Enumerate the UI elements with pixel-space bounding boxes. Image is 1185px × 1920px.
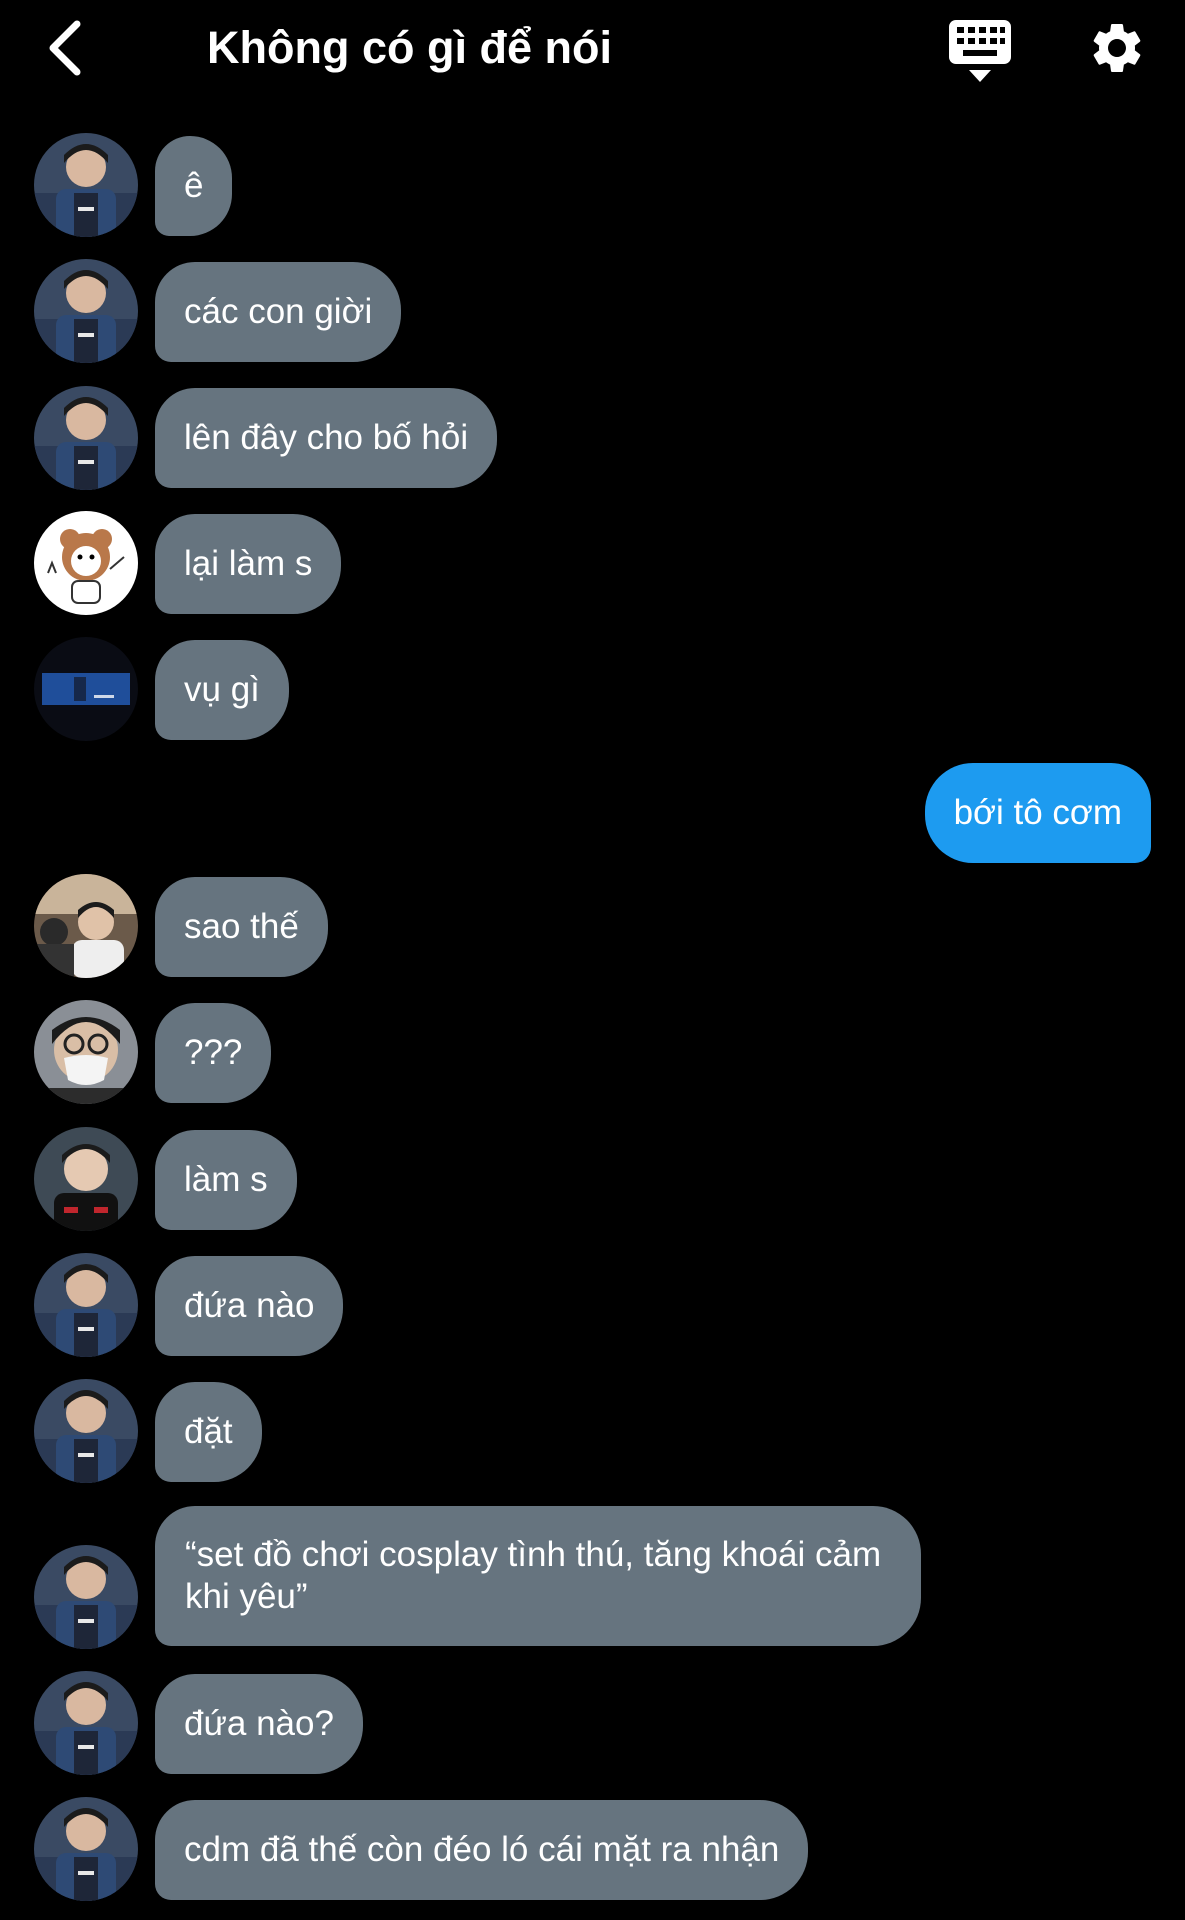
settings-button[interactable] <box>1087 18 1147 78</box>
avatar[interactable] <box>34 1253 138 1357</box>
message-bubble[interactable]: làm s <box>155 1130 297 1230</box>
avatar[interactable] <box>34 133 138 237</box>
message-bubble[interactable]: lên đây cho bố hỏi <box>155 388 498 488</box>
user-avatar-icon <box>34 386 138 490</box>
avatar[interactable] <box>34 511 138 615</box>
keyboard-toggle-button[interactable] <box>945 18 1015 84</box>
message-bubble[interactable]: đặt <box>155 1382 262 1482</box>
user-avatar-icon <box>34 1797 138 1901</box>
user-avatar-icon <box>34 259 138 363</box>
chevron-left-icon <box>49 20 81 76</box>
user-avatar-icon <box>34 1127 138 1231</box>
avatar[interactable] <box>34 1797 138 1901</box>
message-bubble[interactable]: các con giời <box>155 262 402 362</box>
avatar[interactable] <box>34 1545 138 1649</box>
avatar[interactable] <box>34 1379 138 1483</box>
message-bubble[interactable]: đứa nào <box>155 1256 344 1356</box>
user-avatar-icon <box>34 1253 138 1357</box>
user-avatar-icon <box>34 1379 138 1483</box>
stage-screen-avatar-icon <box>34 637 138 741</box>
message-bubble[interactable]: vụ gì <box>155 640 289 740</box>
user-avatar-icon <box>34 1000 138 1104</box>
message-bubble[interactable]: ??? <box>155 1003 272 1103</box>
avatar[interactable] <box>34 259 138 363</box>
message-bubble[interactable]: ê <box>155 136 233 236</box>
message-bubble[interactable]: đứa nào? <box>155 1674 363 1774</box>
avatar[interactable] <box>34 874 138 978</box>
user-avatar-icon <box>34 133 138 237</box>
avatar[interactable] <box>34 1671 138 1775</box>
message-bubble[interactable]: cdm đã thế còn đéo ló cái mặt ra nhận <box>155 1800 809 1900</box>
message-bubble[interactable]: sao thế <box>155 877 328 977</box>
user-avatar-icon <box>34 874 138 978</box>
avatar[interactable] <box>34 386 138 490</box>
keyboard-hide-icon <box>949 20 1011 82</box>
message-bubble[interactable]: lại làm s <box>155 514 342 614</box>
gear-icon <box>1093 23 1141 72</box>
bear-avatar-icon <box>34 511 138 615</box>
avatar[interactable] <box>34 637 138 741</box>
user-avatar-icon <box>34 1545 138 1649</box>
sent-message-bubble[interactable]: bới tô cơm <box>924 763 1151 863</box>
user-avatar-icon <box>34 1671 138 1775</box>
back-button[interactable] <box>40 18 90 78</box>
avatar[interactable] <box>34 1000 138 1104</box>
conversation-title: Không có gì để nói <box>207 22 612 73</box>
avatar[interactable] <box>34 1127 138 1231</box>
chat-header: Không có gì để nói <box>0 0 1185 100</box>
message-bubble[interactable]: “set đồ chơi cosplay tình thú, tăng khoá… <box>155 1506 921 1646</box>
